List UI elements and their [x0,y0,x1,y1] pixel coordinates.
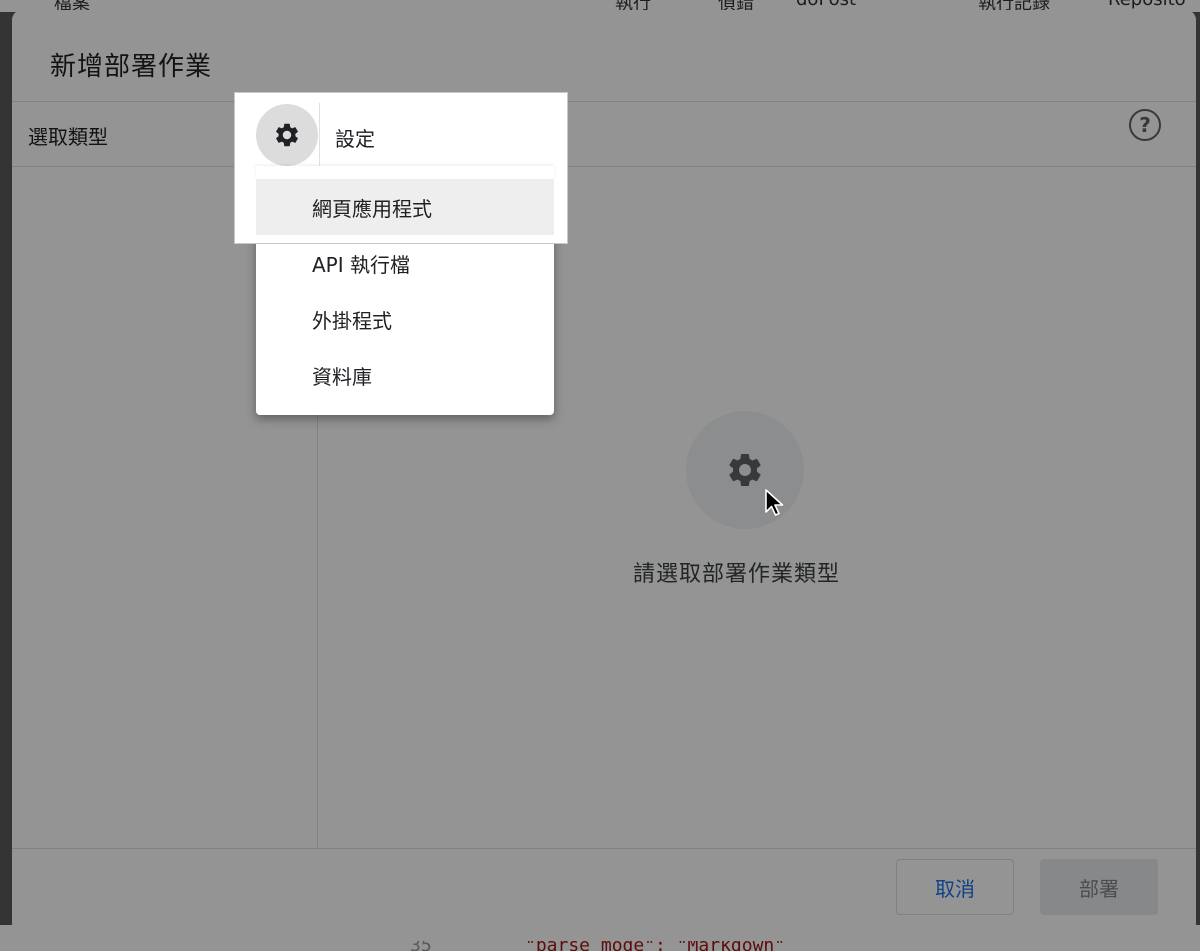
menu-item-web-app-highlighted[interactable]: 網頁應用程式 [256,179,554,235]
dim-overlay [0,0,1200,951]
gear-icon [276,123,298,147]
menu-item-add-on[interactable]: 外掛程式 [256,291,554,347]
mouse-cursor-icon [765,489,784,516]
type-settings-button[interactable] [256,104,318,166]
tutorial-spotlight: 設定 網頁應用程式 [234,92,568,244]
menu-item-library[interactable]: 資料庫 [256,347,554,403]
spotlight-divider [319,103,320,167]
menu-top-edge [256,166,554,179]
settings-label: 設定 [335,127,375,151]
